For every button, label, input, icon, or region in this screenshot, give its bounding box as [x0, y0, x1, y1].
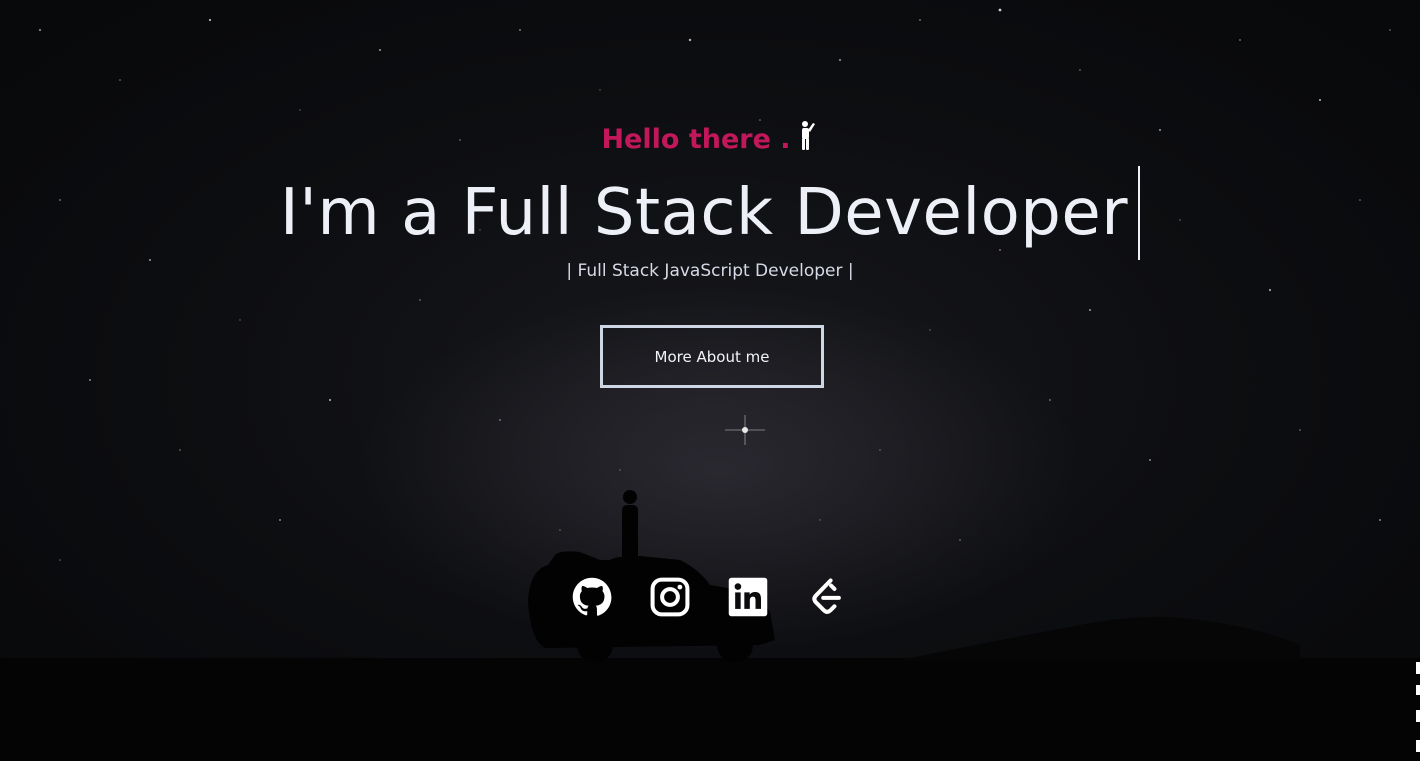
leetcode-icon: [812, 578, 841, 614]
headline-text: I'm a Full Stack Developer: [279, 176, 1129, 250]
instagram-link[interactable]: [648, 575, 692, 619]
linkedin-link[interactable]: [726, 575, 770, 619]
github-link[interactable]: [570, 575, 614, 619]
waving-person-icon: [801, 120, 815, 150]
instagram-icon: [650, 577, 690, 617]
headline: I'm a Full Stack Developer: [0, 166, 1420, 260]
linkedin-icon: [728, 577, 768, 617]
greeting: Hello there .: [0, 120, 1420, 155]
subtitle: | Full Stack JavaScript Developer |: [566, 261, 854, 281]
social-links: [570, 575, 850, 621]
github-icon: [572, 577, 612, 616]
typing-caret: [1138, 166, 1141, 260]
scrollbar-edge-marks: [1416, 662, 1420, 752]
hero-section: Hello there . I'm a Full Stack Developer…: [0, 0, 1420, 761]
more-about-me-button[interactable]: More About me: [600, 325, 824, 388]
greeting-text: Hello there .: [601, 124, 791, 155]
leetcode-link[interactable]: [804, 575, 848, 619]
